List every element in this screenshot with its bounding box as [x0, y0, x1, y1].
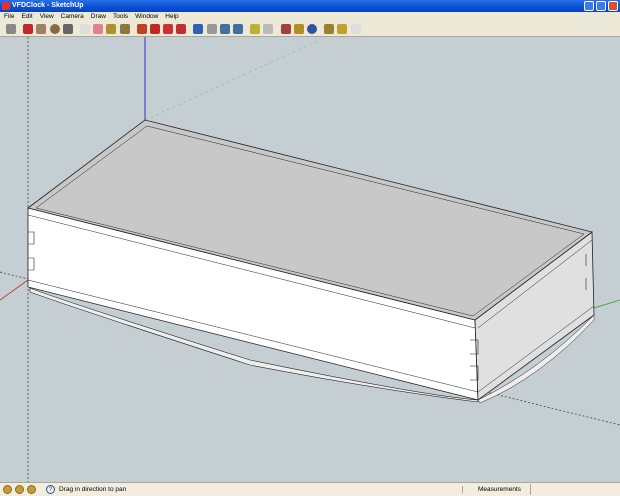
green-axis-guide [144, 39, 321, 121]
offset-icon[interactable] [176, 24, 187, 34]
get-photo-texture-icon[interactable] [280, 24, 291, 34]
arc-icon[interactable] [62, 24, 73, 34]
model-canvas [0, 37, 620, 482]
toolbar [0, 22, 620, 37]
maximize-button[interactable] [596, 1, 606, 11]
zoom-extents-icon[interactable] [233, 24, 243, 34]
red-axis [0, 279, 29, 301]
orbit-icon[interactable] [193, 24, 204, 34]
extension-icon[interactable] [350, 24, 361, 34]
title-bar: VFDClock - SketchUp [0, 0, 620, 12]
line-icon[interactable] [23, 24, 34, 34]
help-icon[interactable]: ? [46, 485, 55, 494]
rectangle-icon[interactable] [36, 24, 47, 34]
push-pull-icon[interactable] [136, 24, 147, 34]
rotate-icon[interactable] [163, 24, 174, 34]
component-icon[interactable] [324, 24, 335, 34]
menu-view[interactable]: View [40, 12, 54, 22]
geo-location-icon[interactable] [3, 485, 12, 494]
pan-icon[interactable] [206, 24, 217, 34]
credits-icon[interactable] [15, 485, 24, 494]
app-icon [2, 2, 10, 10]
place-model-icon[interactable] [293, 24, 304, 34]
move-icon[interactable] [149, 24, 160, 34]
green-axis [593, 299, 620, 309]
menu-bar: File Edit View Camera Draw Tools Window … [0, 12, 620, 22]
measurements-input[interactable] [530, 484, 618, 495]
tape-measure-icon[interactable] [106, 24, 117, 34]
paint-bucket-icon[interactable] [119, 24, 130, 34]
menu-draw[interactable]: Draw [91, 12, 106, 22]
menu-file[interactable]: File [4, 12, 14, 22]
window-title: VFDClock - SketchUp [12, 2, 84, 9]
close-button[interactable] [608, 1, 618, 11]
menu-window[interactable]: Window [135, 12, 158, 22]
minimize-button[interactable] [584, 1, 594, 11]
share-model-icon[interactable] [263, 24, 274, 34]
circle-icon[interactable] [49, 24, 60, 34]
menu-edit[interactable]: Edit [21, 12, 32, 22]
menu-camera[interactable]: Camera [61, 12, 84, 22]
warehouse-icon[interactable] [337, 24, 348, 34]
select-icon[interactable] [6, 24, 16, 34]
zoom-icon[interactable] [219, 24, 230, 34]
menu-tools[interactable]: Tools [113, 12, 128, 22]
status-hint: Drag in direction to pan [59, 486, 127, 493]
google-earth-icon[interactable] [306, 24, 317, 34]
eraser-icon[interactable] [93, 24, 104, 34]
status-bar: ? Drag in direction to pan Measurements [0, 482, 620, 496]
make-component-icon[interactable] [79, 24, 90, 34]
drawing-viewport[interactable] [0, 37, 620, 482]
get-models-icon[interactable] [250, 24, 261, 34]
menu-help[interactable]: Help [165, 12, 178, 22]
user-icon[interactable] [27, 485, 36, 494]
measurements-label: Measurements [462, 486, 530, 493]
